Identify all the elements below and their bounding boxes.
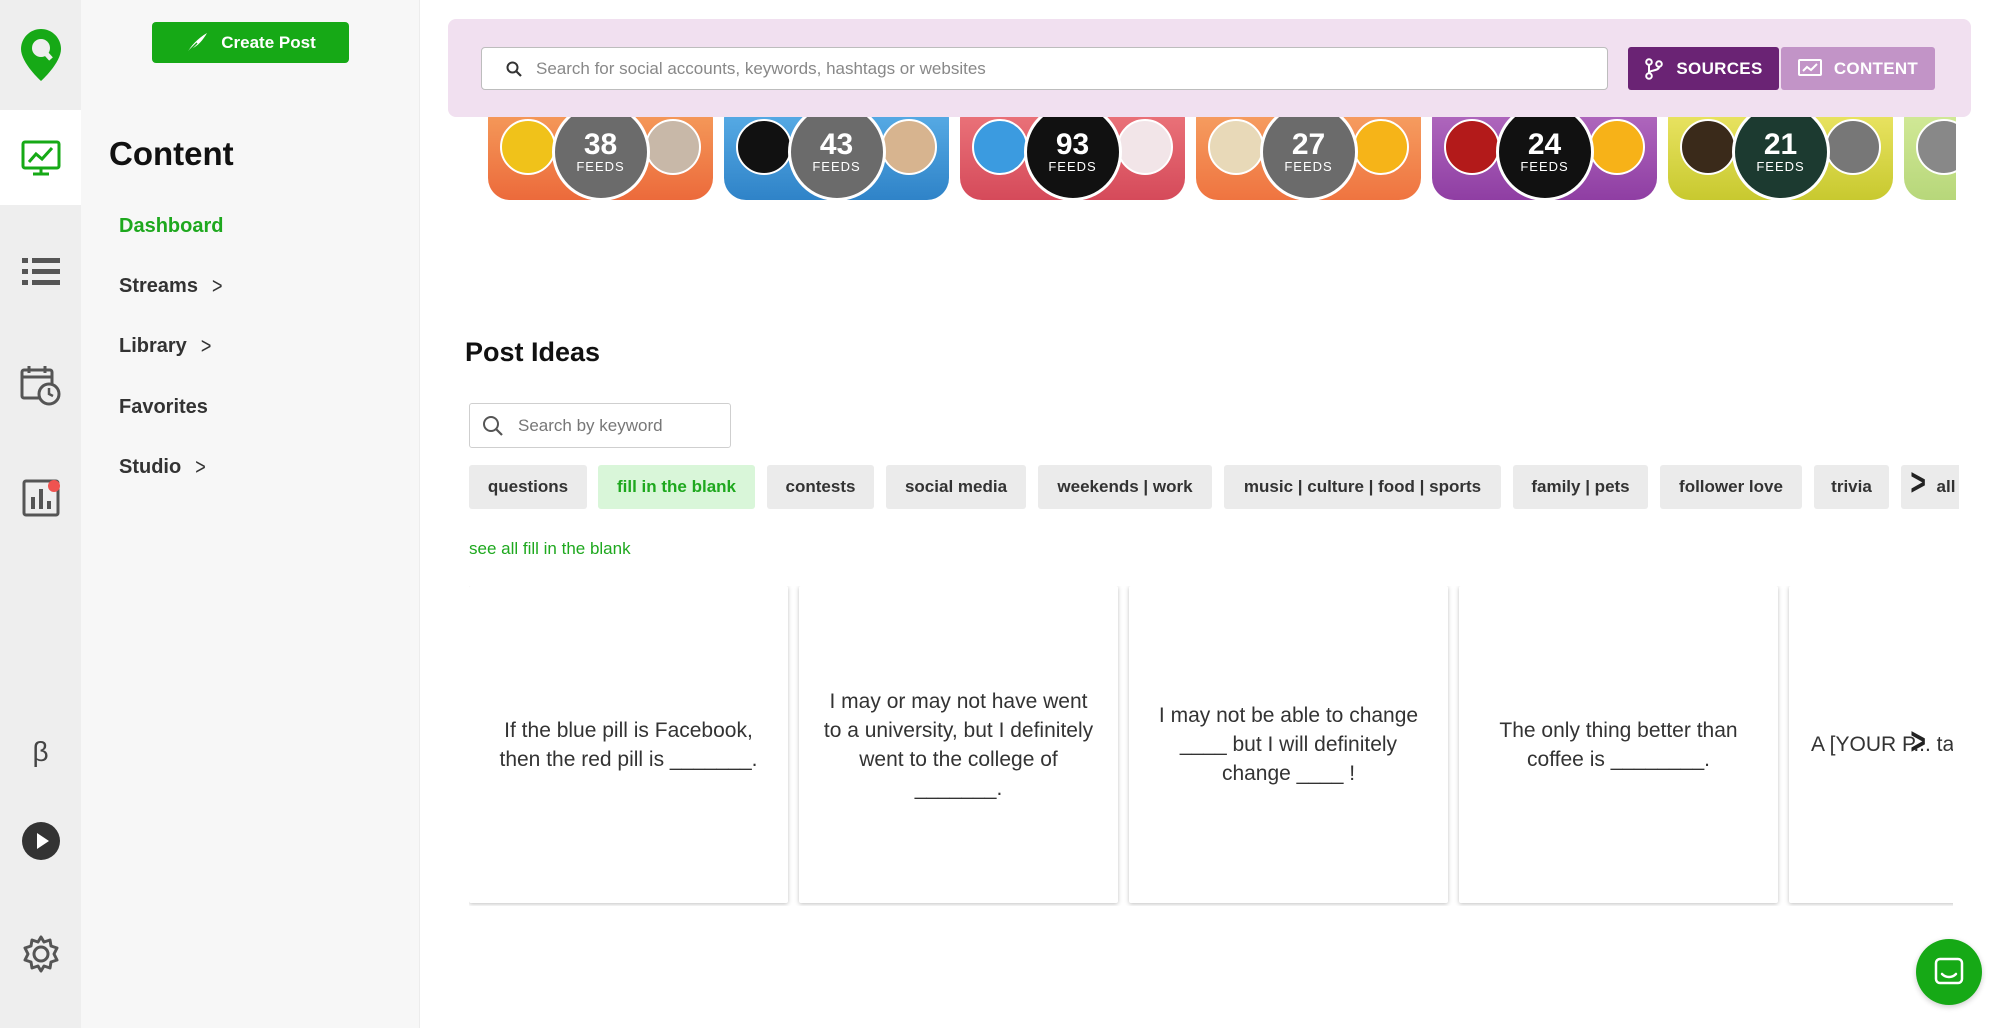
content-tab-button[interactable]: CONTENT	[1781, 47, 1935, 90]
category-chip[interactable]: family | pets	[1513, 465, 1648, 509]
feed-avatar	[736, 119, 792, 175]
post-ideas-heading: Post Ideas	[465, 337, 601, 367]
feed-count-badge: 38 FEEDS	[551, 117, 650, 201]
side-nav: Create Post Content Dashboard Streams > …	[81, 0, 420, 1028]
feed-avatar	[645, 119, 701, 175]
top-search-bar: Search for social accounts, keywords, ha…	[448, 19, 1971, 117]
search-icon	[506, 61, 522, 77]
sources-tab-button[interactable]: SOURCES	[1628, 47, 1779, 90]
main-content: 38 FEEDS 43 FEEDS 93 FEEDS 27 FEEDS 24 F…	[421, 0, 1999, 1028]
feed-count-badge: 24 FEEDS	[1495, 117, 1594, 201]
feed-avatar	[1444, 119, 1500, 175]
feed-card[interactable]: 38 FEEDS	[488, 117, 713, 201]
category-chip[interactable]: weekends | work	[1038, 465, 1212, 509]
list-icon[interactable]	[0, 227, 81, 317]
post-idea-card[interactable]: I may not be able to change ____ but I w…	[1129, 586, 1448, 903]
nav-item-dashboard[interactable]: Dashboard	[119, 215, 223, 238]
chevron-right-icon: >	[200, 332, 212, 359]
feed-avatar	[1825, 119, 1881, 175]
keyword-search-placeholder: Search by keyword	[518, 415, 663, 435]
icon-rail: β	[0, 0, 81, 1028]
nav-item-studio[interactable]: Studio >	[119, 453, 206, 480]
chat-icon	[1934, 957, 1964, 985]
feed-count-badge: 93 FEEDS	[1023, 117, 1122, 201]
feed-count-badge: 21 FEEDS	[1731, 117, 1830, 201]
feed-card[interactable]: 93 FEEDS	[960, 117, 1185, 201]
branch-icon	[1645, 57, 1664, 80]
category-chip[interactable]: contests	[767, 465, 874, 509]
feed-avatar	[1916, 119, 1956, 175]
create-post-label: Create Post	[221, 32, 316, 52]
search-icon	[483, 415, 503, 436]
chevron-right-icon: >	[195, 453, 206, 480]
post-idea-card[interactable]: I may or may not have went to a universi…	[799, 586, 1118, 903]
gear-icon[interactable]	[0, 909, 81, 999]
feed-avatar	[1353, 119, 1409, 175]
feed-avatar	[1117, 119, 1173, 175]
feed-card[interactable]: 27 FEEDS	[1196, 117, 1421, 201]
post-idea-card[interactable]: A [YOUR P... tastes like...	[1789, 586, 1953, 903]
play-icon[interactable]	[0, 796, 81, 886]
feed-count-badge: 43 FEEDS	[787, 117, 886, 201]
calendar-clock-icon[interactable]	[0, 340, 81, 430]
feed-avatar	[1589, 119, 1645, 175]
analytics-icon[interactable]	[0, 453, 81, 543]
category-chip[interactable]: social media	[886, 465, 1026, 509]
section-title: Content	[109, 135, 234, 172]
category-chips: questions fill in the blank contests soc…	[469, 465, 1959, 511]
feed-collections: 38 FEEDS 43 FEEDS 93 FEEDS 27 FEEDS 24 F…	[466, 117, 1956, 205]
nav-item-streams[interactable]: Streams >	[119, 272, 223, 299]
post-idea-card[interactable]: The only thing better than coffee is ___…	[1459, 586, 1778, 903]
nav-item-library[interactable]: Library >	[119, 332, 212, 359]
feed-card[interactable]	[1904, 117, 1956, 200]
chips-next-arrow-icon[interactable]: >	[1910, 462, 1926, 505]
content-nav-icon[interactable]	[0, 110, 81, 205]
source-search-input[interactable]: Search for social accounts, keywords, ha…	[481, 47, 1608, 90]
category-chip[interactable]: questions	[469, 465, 587, 509]
category-chip[interactable]: trivia	[1814, 465, 1889, 509]
post-idea-card[interactable]: If the blue pill is Facebook, then the r…	[469, 586, 788, 903]
see-all-link[interactable]: see all fill in the blank	[469, 539, 631, 559]
feed-avatar	[1680, 119, 1736, 175]
beta-icon[interactable]: β	[0, 707, 81, 797]
feed-avatar	[500, 119, 556, 175]
nav-item-favorites[interactable]: Favorites	[119, 396, 208, 419]
search-placeholder: Search for social accounts, keywords, ha…	[536, 58, 986, 78]
feed-avatar	[881, 119, 937, 175]
feed-avatar	[1208, 119, 1264, 175]
category-chip-selected[interactable]: fill in the blank	[598, 465, 755, 509]
category-chip[interactable]: follower love	[1660, 465, 1802, 509]
post-idea-cards: If the blue pill is Facebook, then the r…	[469, 586, 1953, 906]
category-chip[interactable]: music | culture | food | sports	[1224, 465, 1501, 509]
feed-avatar	[972, 119, 1028, 175]
keyword-search-input[interactable]: Search by keyword	[469, 403, 731, 448]
notification-dot	[48, 480, 60, 492]
feed-card[interactable]: 43 FEEDS	[724, 117, 949, 201]
chat-support-button[interactable]	[1916, 939, 1982, 1005]
create-post-button[interactable]: Create Post	[152, 22, 349, 63]
feed-count-badge: 27 FEEDS	[1259, 117, 1358, 201]
feather-icon	[186, 32, 208, 54]
chevron-right-icon: >	[211, 272, 223, 299]
feed-card[interactable]: 24 FEEDS	[1432, 117, 1657, 201]
app-logo-icon[interactable]	[0, 0, 81, 110]
feed-card[interactable]: 21 FEEDS	[1668, 117, 1893, 201]
cards-next-arrow-icon[interactable]: >	[1910, 721, 1926, 764]
chart-monitor-icon	[1797, 58, 1822, 76]
